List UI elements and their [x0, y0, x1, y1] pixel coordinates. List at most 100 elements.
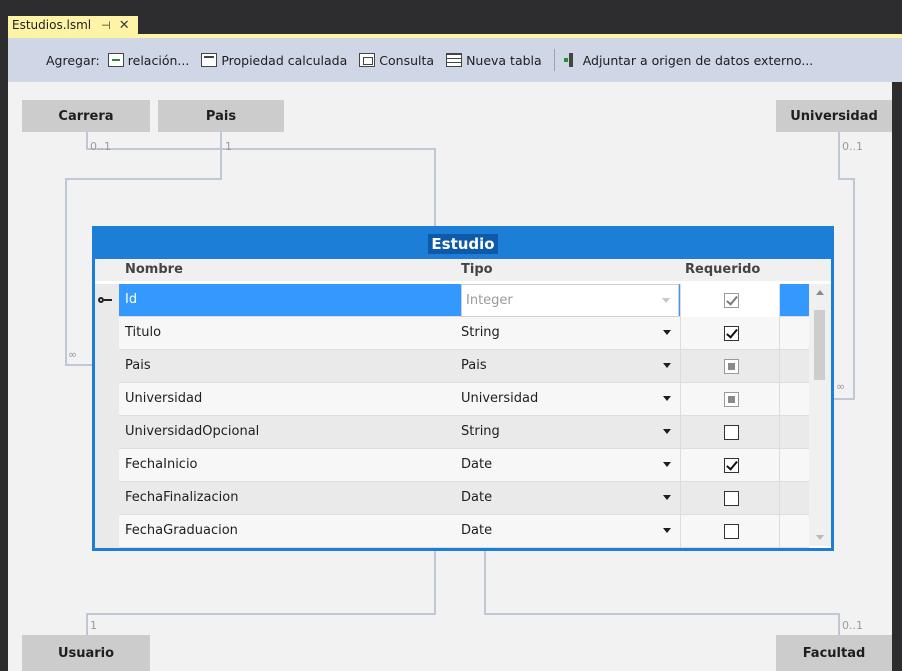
scroll-down-icon[interactable] — [816, 535, 824, 540]
entity-facultad-label: Facultad — [802, 645, 866, 661]
multiplicity-usuario: 1 — [90, 619, 97, 632]
property-type-value: String — [461, 325, 500, 340]
property-row[interactable]: Id Integer — [95, 284, 809, 317]
property-row[interactable]: Titulo String — [95, 317, 809, 350]
property-row[interactable]: FechaGraduacion Date — [95, 515, 809, 548]
property-row[interactable]: FechaInicio Date — [95, 449, 809, 482]
chevron-down-icon — [663, 495, 671, 500]
entity-pais[interactable]: Pais — [158, 100, 284, 132]
property-name[interactable]: Universidad — [125, 391, 202, 406]
property-type-value: Date — [461, 490, 493, 505]
add-relation-label: relación... — [127, 52, 190, 68]
required-checkbox[interactable] — [724, 425, 739, 440]
property-type-dropdown[interactable]: Pais — [461, 350, 679, 383]
entity-facultad[interactable]: Facultad — [776, 635, 892, 671]
property-name[interactable]: Id — [125, 292, 137, 307]
scroll-thumb[interactable] — [814, 310, 825, 380]
property-type-dropdown[interactable]: String — [461, 317, 679, 350]
property-type-dropdown[interactable]: Date — [461, 449, 679, 482]
column-header-type[interactable]: Tipo — [461, 262, 493, 277]
document-tab[interactable]: Estudios.lsml ⊣ ✕ — [8, 16, 138, 34]
property-type-dropdown[interactable]: Universidad — [461, 383, 679, 416]
property-type-dropdown[interactable]: String — [461, 416, 679, 449]
add-query-label: Consulta — [379, 52, 435, 68]
multiplicity-right-many: ∞ — [836, 380, 846, 393]
toolbar-separator — [553, 49, 555, 71]
property-required-cell — [680, 317, 780, 350]
chevron-down-icon — [662, 298, 670, 303]
query-icon — [359, 53, 376, 67]
multiplicity-facultad: 0..1 — [842, 619, 863, 632]
property-row[interactable]: UniversidadOpcional String — [95, 416, 809, 449]
property-row[interactable]: FechaFinalizacion Date — [95, 482, 809, 515]
scroll-up-icon[interactable] — [816, 290, 824, 295]
chevron-down-icon — [663, 396, 671, 401]
multiplicity-pais: 1 — [225, 140, 232, 153]
row-header[interactable] — [95, 284, 119, 317]
property-required-cell — [680, 416, 780, 449]
attach-external-label: Adjuntar a origen de datos externo... — [582, 52, 814, 68]
entity-estudio[interactable]: Estudio Nombre Tipo Requerido Id Integer… — [92, 226, 834, 551]
key-icon — [98, 296, 112, 304]
row-header[interactable] — [95, 383, 119, 416]
row-header[interactable] — [95, 416, 119, 449]
property-type-value: Pais — [461, 358, 487, 373]
designer-toolbar: Agregar: relación... Propiedad calculada… — [8, 38, 902, 82]
entity-universidad-label: Universidad — [790, 108, 878, 124]
row-header[interactable] — [95, 515, 119, 548]
row-header[interactable] — [95, 317, 119, 350]
property-name[interactable]: Pais — [125, 358, 151, 373]
add-computed-property-label: Propiedad calculada — [221, 52, 348, 68]
entity-usuario[interactable]: Usuario — [22, 635, 150, 671]
row-header[interactable] — [95, 350, 119, 383]
add-relation-button[interactable]: relación... — [107, 52, 190, 68]
vertical-scrollbar[interactable] — [809, 284, 831, 546]
pin-icon[interactable]: ⊣ — [101, 19, 111, 32]
property-type-dropdown[interactable]: Date — [461, 482, 679, 515]
connector-facultad — [484, 551, 486, 615]
column-header-required[interactable]: Requerido — [685, 262, 760, 277]
required-checkbox[interactable] — [724, 524, 739, 539]
add-query-button[interactable]: Consulta — [359, 53, 434, 68]
chevron-down-icon — [663, 462, 671, 467]
property-row[interactable]: Universidad Universidad — [95, 383, 809, 416]
add-computed-property-button[interactable]: Propiedad calculada — [201, 53, 347, 68]
entity-estudio-title[interactable]: Estudio — [95, 229, 831, 259]
property-name[interactable]: Titulo — [125, 325, 161, 340]
multiplicity-carrera: 0..1 — [90, 140, 111, 153]
property-type-value: Date — [461, 523, 493, 538]
chevron-down-icon — [663, 528, 671, 533]
entity-carrera[interactable]: Carrera — [22, 100, 150, 132]
row-header[interactable] — [95, 482, 119, 515]
property-type-dropdown[interactable]: Date — [461, 515, 679, 548]
property-row[interactable]: Pais Pais — [95, 350, 809, 383]
row-header[interactable] — [95, 449, 119, 482]
attach-external-datasource-button[interactable]: Adjuntar a origen de datos externo... — [563, 52, 814, 68]
multiplicity-universidad: 0..1 — [842, 140, 863, 153]
property-name[interactable]: UniversidadOpcional — [125, 424, 259, 439]
chevron-down-icon — [663, 363, 671, 368]
close-icon[interactable]: ✕ — [119, 18, 130, 33]
required-checkbox[interactable] — [724, 359, 739, 374]
required-checkbox[interactable] — [724, 491, 739, 506]
property-type-dropdown[interactable]: Integer — [461, 284, 679, 317]
required-checkbox[interactable] — [724, 458, 739, 473]
column-header-name[interactable]: Nombre — [125, 262, 183, 277]
property-required-cell — [680, 482, 780, 515]
property-required-cell — [680, 449, 780, 482]
new-table-button[interactable]: Nueva tabla — [446, 53, 542, 68]
required-checkbox[interactable] — [724, 392, 739, 407]
property-required-cell — [680, 284, 780, 317]
relation-icon — [107, 53, 124, 67]
property-name[interactable]: FechaInicio — [125, 457, 198, 472]
property-type-value: Integer — [466, 293, 513, 308]
required-checkbox[interactable] — [724, 293, 739, 308]
required-checkbox[interactable] — [724, 326, 739, 341]
computed-property-icon — [201, 53, 218, 67]
property-name[interactable]: FechaGraduacion — [125, 523, 238, 538]
attach-external-icon — [563, 53, 579, 67]
property-name[interactable]: FechaFinalizacion — [125, 490, 238, 505]
window-left-frame — [0, 0, 8, 671]
entity-universidad[interactable]: Universidad — [776, 100, 892, 132]
entity-usuario-label: Usuario — [57, 645, 115, 661]
